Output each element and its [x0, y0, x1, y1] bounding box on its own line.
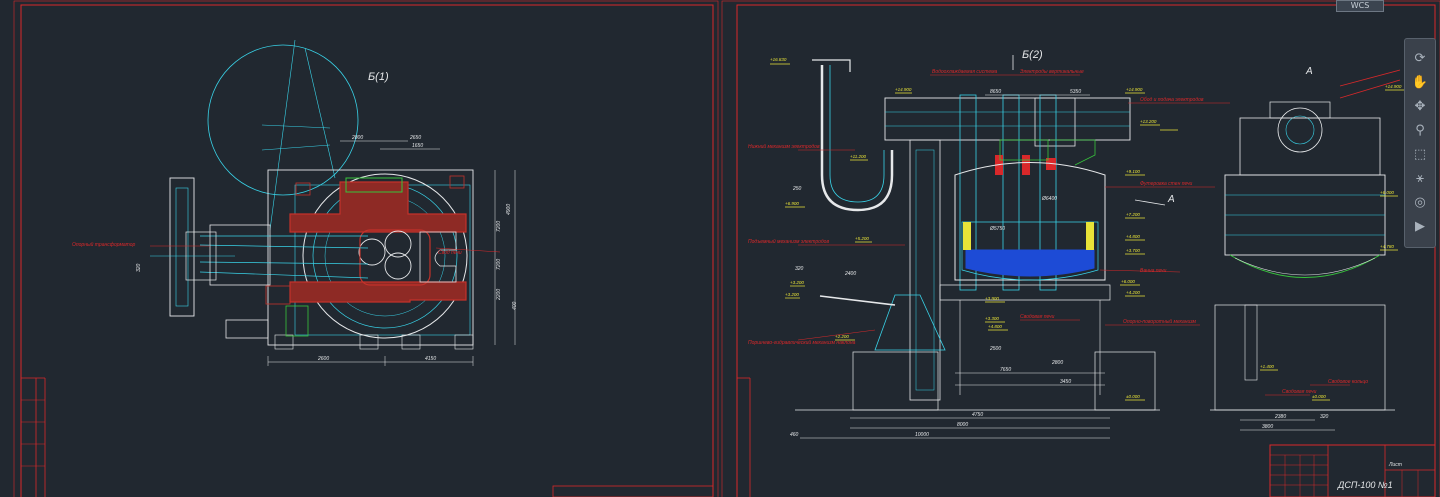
- elev-2: +14.900: [1126, 87, 1143, 92]
- elev-9: +4.800: [1126, 234, 1140, 239]
- dim-w13: 320: [795, 266, 804, 272]
- label-lower-mechanism: Нижний механизм электродов: [748, 143, 820, 150]
- drawing-canvas[interactable]: ДСП-100 №1 Лист Б(1) Опорный трансформат…: [0, 0, 1440, 497]
- extents-icon[interactable]: ⬚: [1410, 145, 1430, 165]
- label-wall-lining: Футеровка стен печи: [1140, 181, 1193, 187]
- dim-w5: 7650: [1000, 367, 1011, 373]
- middle-arrow-label: А: [1167, 194, 1175, 205]
- dim-w1: 8650: [990, 89, 1001, 95]
- orbit-icon[interactable]: ⟳: [1410, 49, 1430, 69]
- label-electrode-feed: Обод и подача электродов: [1140, 97, 1204, 103]
- dim-w3: 2500: [989, 346, 1001, 352]
- dim-w10: 460: [790, 432, 799, 438]
- callout-transformer: Опорный трансформатор: [72, 241, 136, 248]
- dim-w6: 3450: [1060, 379, 1071, 385]
- elev-8: +5.200: [855, 236, 869, 241]
- steering-icon[interactable]: ◎: [1410, 193, 1430, 213]
- elev-11: +3.200: [790, 280, 804, 285]
- label-roof-ring: Сводовая печи: [1020, 314, 1055, 320]
- dim-d11: 320: [136, 263, 142, 272]
- elev-r4: ±0.000: [1312, 394, 1326, 399]
- label-lift-mechanism: Подъемный механизм электродов: [748, 238, 829, 245]
- dim-d9: 2600: [317, 356, 329, 362]
- viewcube-wcs[interactable]: WCS: [1336, 0, 1384, 12]
- dim-w7: 4750: [972, 412, 983, 418]
- zoom-icon[interactable]: ⚲: [1410, 121, 1430, 141]
- middle-view-title: Б(2): [1022, 49, 1043, 61]
- elev-6: +7.200: [1126, 212, 1140, 217]
- elev-18: +3.300: [985, 316, 999, 321]
- elev-14: ±0.000: [1126, 394, 1140, 399]
- label-electrodes: Электроды вертикальные: [1020, 69, 1084, 75]
- elev-r2: +4.780: [1380, 244, 1394, 249]
- dim-d2: 2650: [409, 135, 421, 141]
- dim-r1: 2380: [1274, 414, 1286, 420]
- elev-13: +2.200: [835, 334, 849, 339]
- dim-w9: 10000: [915, 432, 929, 438]
- label-water-cooled: Водоохлаждаемая система: [932, 69, 998, 75]
- dim-w12: 2400: [844, 271, 856, 277]
- elev-7: +6.900: [785, 201, 799, 206]
- elev-r0: +14.900: [1385, 84, 1402, 89]
- title-block-name: ДСП-100 №1: [1337, 480, 1393, 490]
- elev-16: +4.200: [1126, 290, 1140, 295]
- title-block-sheet: Лист: [1388, 462, 1402, 468]
- dim-d7: 2200: [496, 289, 502, 301]
- elev-10: +3.700: [1126, 248, 1140, 253]
- hand-icon[interactable]: ✋: [1410, 73, 1430, 93]
- elev-1: +14.900: [895, 87, 912, 92]
- dim-d3: 1650: [412, 143, 423, 149]
- elev-r1: +6.000: [1380, 190, 1394, 195]
- dim-d10: 400: [512, 301, 518, 310]
- dim-d6: 7200: [496, 259, 502, 270]
- dim-d4: 4900: [506, 204, 512, 215]
- elev-15: +6.000: [1121, 279, 1135, 284]
- label-bath: Ванна печи: [1140, 268, 1167, 274]
- elev-3: +13.200: [1140, 119, 1157, 124]
- elev-4: +11.200: [850, 154, 867, 159]
- dim-d-inner: Ø5750: [989, 226, 1005, 232]
- elev-0: +16.830: [770, 57, 787, 62]
- dim-d1: 2800: [351, 135, 363, 141]
- pan-icon[interactable]: ✥: [1410, 97, 1430, 117]
- walk-icon[interactable]: ⚹: [1410, 169, 1430, 189]
- elev-17: +3.900: [985, 296, 999, 301]
- label-roof-ring-side: Сводовое кольцо: [1328, 379, 1368, 385]
- label-slewing: Опорно-поворотный механизм: [1123, 318, 1197, 325]
- right-view-title: А: [1305, 66, 1313, 77]
- showmotion-icon[interactable]: ▶: [1410, 217, 1430, 237]
- left-view-title: Б(1): [368, 71, 389, 83]
- navigation-bar: ⟳ ✋ ✥ ⚲ ⬚ ⚹ ◎ ▶: [1404, 38, 1436, 248]
- label-tilt-mechanism: Поршнево-гидравлический механизм наклона: [748, 339, 856, 346]
- dim-r2: 3800: [1262, 424, 1273, 430]
- elev-12: +3.200: [785, 292, 799, 297]
- dim-w4: 2800: [1051, 360, 1063, 366]
- elev-r3: +1.400: [1260, 364, 1274, 369]
- dim-r3: 320: [1320, 414, 1329, 420]
- callout-roof: Свод печи: [438, 250, 462, 256]
- dim-w11: 250: [792, 186, 802, 192]
- dim-d-vessel: Ø6400: [1041, 196, 1057, 202]
- dim-d8: 4150: [425, 356, 436, 362]
- dim-w2: 5350: [1070, 89, 1081, 95]
- elev-19: +4.800: [988, 324, 1002, 329]
- dim-w8: 8000: [957, 422, 968, 428]
- elev-5: +9.100: [1126, 169, 1140, 174]
- dim-d5: 7200: [496, 221, 502, 232]
